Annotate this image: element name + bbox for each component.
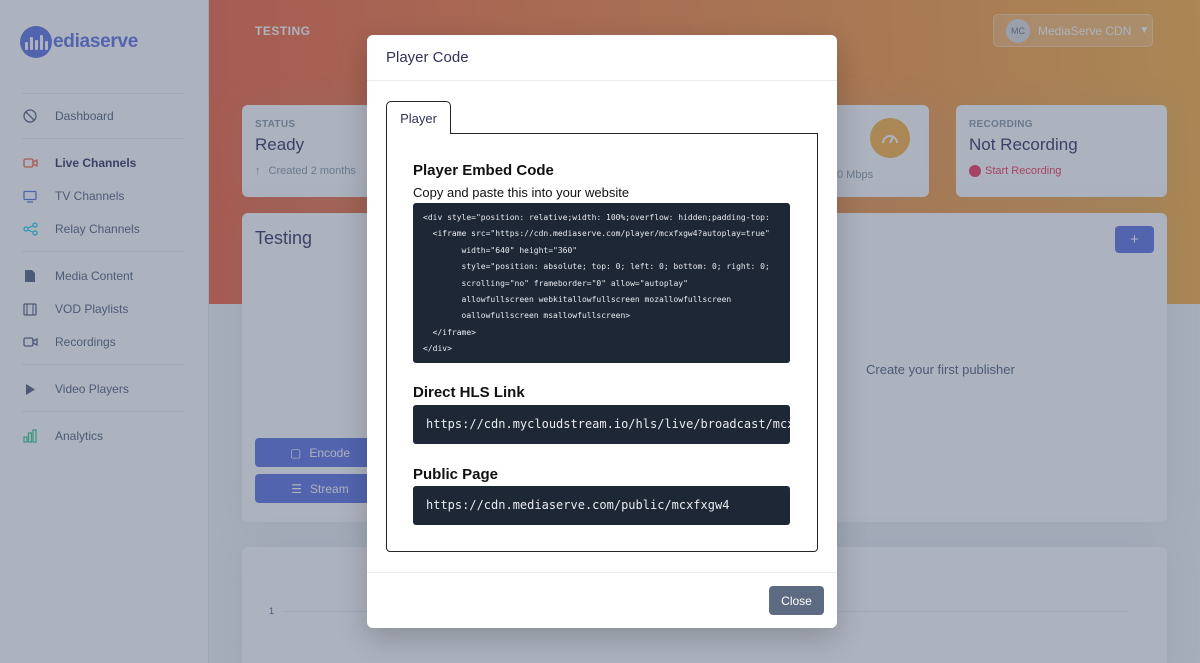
modal-header: Player Code bbox=[367, 35, 837, 81]
modal-footer: Close bbox=[367, 572, 837, 628]
hls-link-field[interactable]: https://cdn.mycloudstream.io/hls/live/br… bbox=[413, 405, 790, 444]
close-button[interactable]: Close bbox=[769, 586, 824, 615]
tab-panel-player: Player Embed Code Copy and paste this in… bbox=[386, 133, 818, 552]
embed-code-description: Copy and paste this into your website bbox=[413, 185, 630, 200]
public-page-link-field[interactable]: https://cdn.mediaserve.com/public/mcxfxg… bbox=[413, 486, 790, 525]
embed-code-title: Player Embed Code bbox=[413, 162, 554, 179]
hls-link-title: Direct HLS Link bbox=[413, 384, 525, 401]
modal-title: Player Code bbox=[386, 49, 469, 66]
player-code-modal: Player Code Player Player Embed Code Cop… bbox=[367, 35, 837, 628]
public-page-title: Public Page bbox=[413, 466, 499, 483]
tab-player[interactable]: Player bbox=[386, 101, 451, 134]
embed-code-block[interactable]: <div style="position: relative;width: 10… bbox=[413, 203, 790, 363]
